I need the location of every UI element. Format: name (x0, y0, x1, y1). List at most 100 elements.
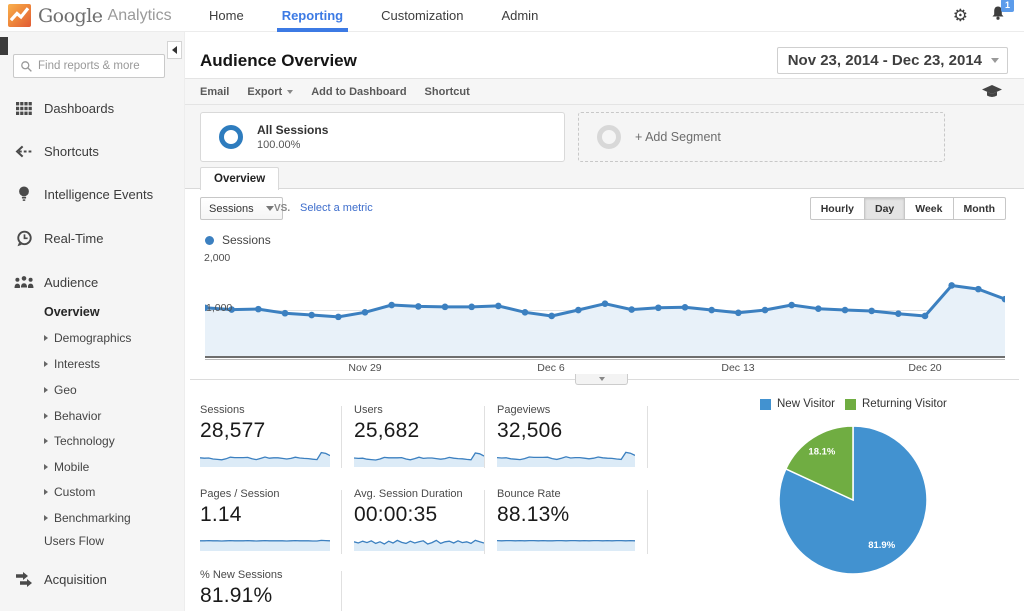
x-axis-line (205, 356, 1005, 359)
sidebar-subitem-users-flow[interactable]: Users Flow (44, 534, 104, 548)
metric-sessions[interactable]: Sessions 28,577 (200, 404, 332, 467)
sidebar-item-dashboards[interactable]: Dashboards (0, 96, 185, 120)
lightbulb-icon (13, 185, 35, 203)
metric-value: 00:00:35 (354, 503, 438, 526)
subitem-label: Custom (54, 485, 96, 499)
expand-triangle-icon (44, 335, 48, 341)
sidebar-item-shortcuts[interactable]: Shortcuts (0, 139, 185, 163)
google-analytics-logo-icon (8, 4, 31, 27)
segment-all-sessions[interactable]: All Sessions 100.00% (200, 112, 565, 162)
annotations-collapse-tab[interactable] (575, 374, 628, 385)
pie-legend-returning-visitor[interactable]: Returning Visitor (845, 398, 947, 410)
sidebar-subitem-technology[interactable]: Technology (44, 434, 115, 448)
email-button[interactable]: Email (200, 86, 229, 98)
series-legend-label: Sessions (222, 233, 271, 247)
sidebar-collapse-button[interactable] (167, 41, 182, 59)
granularity-week-button[interactable]: Week (904, 197, 954, 220)
x-axis-tick: Dec 13 (721, 362, 755, 374)
nav-tab-admin[interactable]: Admin (482, 0, 557, 32)
select-a-metric-link[interactable]: Select a metric (300, 202, 373, 214)
metric-sparkline (354, 539, 484, 551)
segments-panel: All Sessions 100.00% + Add Segment (185, 105, 1024, 189)
sidebar: Dashboards Shortcuts Intelligence Events… (0, 32, 185, 611)
x-axis-tick: Dec 20 (908, 362, 942, 374)
granularity-hourly-button[interactable]: Hourly (809, 197, 865, 220)
add-segment-donut-icon (597, 125, 621, 149)
nav-tab-home[interactable]: Home (190, 0, 263, 32)
google-analytics-app: Google Analytics Home Reporting Customiz… (0, 0, 1024, 611)
add-segment-card[interactable]: + Add Segment (578, 112, 945, 162)
metric-value: 25,682 (354, 419, 420, 442)
nav-tab-home-label: Home (209, 8, 244, 23)
svg-text:18.1%: 18.1% (808, 446, 835, 457)
metric-users[interactable]: Users 25,682 (354, 404, 486, 467)
expand-triangle-icon (44, 387, 48, 393)
column-divider (647, 490, 648, 554)
granularity-day-button[interactable]: Day (863, 197, 906, 220)
legend-label: Returning Visitor (862, 398, 947, 410)
sidebar-item-intelligence-events[interactable]: Intelligence Events (0, 182, 185, 206)
sidebar-subitem-overview[interactable]: Overview (44, 305, 100, 319)
metric-avg-session-duration[interactable]: Avg. Session Duration 00:00:35 (354, 488, 494, 551)
sidebar-subitem-benchmarking[interactable]: Benchmarking (44, 511, 131, 525)
sidebar-subitem-mobile[interactable]: Mobile (44, 460, 89, 474)
dashboards-grid-icon (13, 101, 35, 116)
metric-bounce-rate[interactable]: Bounce Rate 88.13% (497, 488, 642, 551)
nav-tab-customization[interactable]: Customization (362, 0, 482, 32)
metric-sparkline (200, 451, 330, 467)
date-range-selector[interactable]: Nov 23, 2014 - Dec 23, 2014 (776, 47, 1008, 74)
metric-value: 1.14 (200, 503, 242, 526)
search-input[interactable] (38, 60, 158, 72)
sidebar-item-label: Acquisition (44, 571, 107, 587)
sidebar-item-real-time[interactable]: Real-Time (0, 226, 185, 250)
sidebar-item-acquisition[interactable]: Acquisition (0, 567, 185, 591)
audience-people-icon (13, 275, 35, 289)
brand-analytics-text: Analytics (107, 6, 172, 24)
chevron-down-icon (991, 58, 999, 63)
notifications-bell-icon[interactable]: 1 (990, 0, 1014, 26)
brand[interactable]: Google Analytics (0, 4, 185, 27)
sidebar-subitem-interests[interactable]: Interests (44, 357, 100, 371)
email-button-label: Email (200, 85, 230, 98)
shortcut-button[interactable]: Shortcut (425, 86, 470, 98)
metric-value: 28,577 (200, 419, 266, 442)
sidebar-subitem-behavior[interactable]: Behavior (44, 409, 101, 423)
subitem-label: Geo (54, 383, 77, 397)
metric-pageviews[interactable]: Pageviews 32,506 (497, 404, 642, 467)
metric-label: Sessions (200, 404, 245, 416)
sidebar-subitem-geo[interactable]: Geo (44, 383, 77, 397)
date-range-text: Nov 23, 2014 - Dec 23, 2014 (787, 52, 982, 69)
shortcuts-arrow-icon (13, 145, 35, 158)
segment-percent: 100.00% (257, 139, 301, 151)
column-divider (484, 406, 485, 468)
add-to-dashboard-button[interactable]: Add to Dashboard (311, 86, 406, 98)
expand-triangle-icon (44, 438, 48, 444)
tutorial-cap-icon[interactable] (982, 84, 1002, 99)
sidebar-subitem-custom[interactable]: Custom (44, 485, 95, 499)
pie-legend-new-visitor[interactable]: New Visitor (760, 398, 835, 410)
legend-swatch-icon (760, 398, 771, 410)
metric-value: 88.13% (497, 503, 570, 526)
series-dot-icon (205, 235, 214, 245)
subitem-label: Users Flow (44, 534, 105, 548)
sidebar-item-label: Shortcuts (44, 143, 99, 159)
metric-selector-dropdown[interactable]: Sessions (200, 197, 283, 220)
add-to-dashboard-label: Add to Dashboard (311, 85, 407, 98)
export-button[interactable]: Export (247, 86, 294, 98)
settings-gear-icon[interactable]: ⚙ (953, 7, 968, 24)
sessions-timeseries-svg (205, 282, 1005, 356)
granularity-month-button[interactable]: Month (952, 197, 1006, 220)
subitem-label: Behavior (54, 409, 102, 423)
y-axis-tick: 2,000 (204, 252, 231, 264)
metric-selector-value: Sessions (209, 202, 254, 215)
metric-percent-new-sessions[interactable]: % New Sessions 81.91% (200, 569, 332, 611)
granularity-label: Month (963, 202, 996, 215)
nav-tab-reporting[interactable]: Reporting (263, 0, 362, 32)
sidebar-item-label: Intelligence Events (44, 186, 154, 202)
sidebar-subitem-demographics[interactable]: Demographics (44, 331, 131, 345)
metric-value: 32,506 (497, 419, 563, 442)
subitem-label: Demographics (54, 331, 132, 345)
tab-overview[interactable]: Overview (200, 167, 280, 190)
sidebar-item-audience[interactable]: Audience (0, 270, 185, 294)
metric-pages-per-session[interactable]: Pages / Session 1.14 (200, 488, 332, 551)
